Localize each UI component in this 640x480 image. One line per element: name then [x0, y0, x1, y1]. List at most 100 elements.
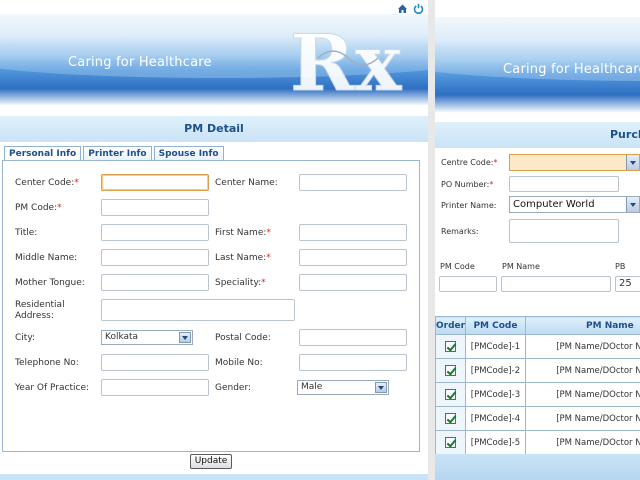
last-name-input[interactable] [299, 249, 407, 266]
col-pm-name-header[interactable]: PM Name [524, 316, 640, 335]
pm-name-cell: [PM Name/DOctor Name] [524, 430, 640, 455]
purchase-title: Purch [435, 122, 640, 148]
page-title: PM Detail [0, 116, 428, 142]
header-banner-right: Caring for Healthcare [435, 17, 640, 112]
pm-name-cell: [PM Name/DOctor Name] [524, 406, 640, 431]
first-name-input[interactable] [299, 224, 407, 241]
order-cell [435, 358, 467, 383]
rx-logo: Rx [290, 20, 404, 105]
postal-code-input[interactable] [299, 329, 407, 346]
col-order-header[interactable]: Order [435, 316, 467, 335]
remarks-label: Remarks: [441, 227, 479, 236]
mobile-label: Mobile No: [215, 358, 263, 368]
city-label: City: [15, 333, 36, 343]
pm-name-cell: [PM Name/DOctor Name] [524, 334, 640, 359]
speciality-input[interactable] [299, 274, 407, 291]
table-row: [PMCode]-3 [PM Name/DOctor Name] [435, 382, 640, 407]
home-icon[interactable] [397, 3, 408, 14]
row-checkbox[interactable] [445, 389, 457, 400]
power-icon[interactable] [413, 3, 424, 14]
order-cell [435, 406, 467, 431]
center-name-input[interactable] [299, 174, 407, 191]
telephone-input[interactable] [101, 354, 209, 371]
residential-address-label-line2: Address: [15, 311, 54, 321]
panel-divider [428, 0, 435, 480]
row-checkbox[interactable] [445, 365, 457, 376]
middle-name-label: Middle Name: [15, 253, 78, 263]
printer-name-select[interactable]: Computer World [509, 196, 640, 213]
last-name-label: Last Name:* [215, 253, 271, 263]
right-footer-bar [435, 454, 640, 480]
order-cell [435, 430, 467, 455]
tab-spouse-info[interactable]: Spouse Info [153, 146, 224, 161]
table-header-row: Order PM Code PM Name [435, 316, 640, 335]
middle-name-input[interactable] [101, 249, 209, 266]
center-code-label: Center Code:* [15, 178, 79, 188]
pm-code-cell: [PMCode]-2 [465, 358, 526, 383]
personal-info-form: Center Code:* Center Name: PM Code:* Tit… [2, 160, 420, 452]
pm-code-cell: [PMCode]-3 [465, 382, 526, 407]
city-select-value: Kolkata [105, 332, 139, 342]
year-of-practice-label: Year Of Practice: [15, 383, 90, 393]
remarks-textarea[interactable] [509, 219, 619, 243]
table-row: [PMCode]-2 [PM Name/DOctor Name] [435, 358, 640, 383]
speciality-label: Speciality:* [215, 278, 266, 288]
title-label: Title: [15, 228, 38, 238]
pm-name-cell: [PM Name/DOctor Name] [524, 382, 640, 407]
mobile-input[interactable] [299, 354, 407, 371]
tab-bar: Personal Info Printer Info Spouse Info [4, 146, 224, 162]
pm-code-cell: [PMCode]-1 [465, 334, 526, 359]
chevron-down-icon[interactable] [626, 197, 639, 212]
row-checkbox[interactable] [445, 413, 457, 424]
city-select[interactable]: Kolkata [101, 330, 193, 345]
header-banner: Caring for Healthcare Rx [0, 14, 428, 105]
banner-tagline: Caring for Healthcare [68, 55, 212, 70]
table-row: [PMCode]-4 [PM Name/DOctor Name] [435, 406, 640, 431]
row-checkbox[interactable] [445, 341, 457, 352]
postal-code-label: Postal Code: [215, 333, 271, 343]
filter-pm-name-label: PM Name [502, 262, 540, 271]
po-number-input[interactable] [509, 176, 619, 192]
telephone-label: Telephone No: [15, 358, 79, 368]
center-name-label: Center Name: [215, 178, 278, 188]
pm-code-label: PM Code:* [15, 203, 62, 213]
gender-select-value: Male [301, 382, 323, 392]
residential-address-input[interactable] [101, 299, 295, 321]
centre-code-select[interactable] [509, 154, 640, 171]
center-code-input[interactable] [101, 174, 209, 191]
mother-tongue-input[interactable] [101, 274, 209, 291]
chevron-down-icon[interactable] [375, 382, 387, 393]
update-button[interactable]: Update [190, 454, 232, 469]
pm-detail-panel: Caring for Healthcare Rx PM Detail Perso… [0, 0, 428, 480]
first-name-label: First Name:* [215, 228, 271, 238]
pm-code-input[interactable] [101, 199, 209, 216]
tab-printer-info[interactable]: Printer Info [83, 146, 152, 161]
filter-pm-code-label: PM Code [440, 262, 475, 271]
filter-pb-input[interactable]: 25 [615, 276, 640, 292]
pm-code-cell: [PMCode]-4 [465, 406, 526, 431]
banner-tagline-right: Caring for Healthcare [503, 62, 640, 77]
residential-address-label-line1: Residential [15, 300, 65, 310]
chevron-down-icon[interactable] [179, 332, 191, 343]
chevron-down-icon[interactable] [626, 155, 639, 170]
title-input[interactable] [101, 224, 209, 241]
printer-name-value: Computer World [513, 199, 595, 210]
col-pm-code-header[interactable]: PM Code [465, 316, 526, 335]
row-checkbox[interactable] [445, 437, 457, 448]
gender-select[interactable]: Male [297, 380, 389, 395]
printer-name-label: Printer Name: [441, 201, 497, 210]
filter-pm-name-input[interactable] [501, 276, 611, 292]
filter-pm-code-input[interactable] [439, 276, 497, 292]
pm-name-cell: [PM Name/DOctor Name] [524, 358, 640, 383]
left-footer-bar [0, 474, 428, 480]
table-row: [PMCode]-1 [PM Name/DOctor Name] [435, 334, 640, 359]
rx-logo-text: Rx [290, 20, 403, 105]
table-row: [PMCode]-5 [PM Name/DOctor Name] [435, 430, 640, 455]
pm-table: Order PM Code PM Name [PMCode]-1 [PM Nam… [435, 316, 640, 455]
order-cell [435, 382, 467, 407]
purchase-panel: Caring for Healthcare Purch Centre Code:… [435, 0, 640, 480]
year-of-practice-input[interactable] [101, 379, 209, 396]
gender-label: Gender: [215, 383, 252, 393]
pm-code-cell: [PMCode]-5 [465, 430, 526, 455]
order-cell [435, 334, 467, 359]
